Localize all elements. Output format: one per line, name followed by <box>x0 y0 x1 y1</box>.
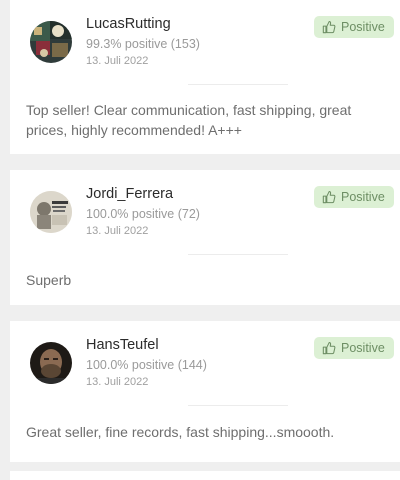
review-card: LucasRutting 99.3% positive (153) 13. Ju… <box>10 0 400 154</box>
user-avatar[interactable] <box>30 191 72 233</box>
avatar-image <box>30 191 72 233</box>
review-card <box>10 471 400 480</box>
review-date: 13. Juli 2022 <box>86 225 149 237</box>
divider <box>188 254 288 255</box>
avatar-image <box>30 21 72 63</box>
avatar-image <box>30 342 72 384</box>
review-comment: Top seller! Clear communication, fast sh… <box>26 102 352 138</box>
review-feed: LucasRutting 99.3% positive (153) 13. Ju… <box>0 0 400 480</box>
rating-label: Positive <box>341 190 385 204</box>
positive-rating-badge[interactable]: Positive <box>314 186 394 208</box>
review-date: 13. Juli 2022 <box>86 376 149 388</box>
positive-rating-badge[interactable]: Positive <box>314 337 394 359</box>
review-comment: Great seller, fine records, fast shippin… <box>26 424 335 440</box>
username[interactable]: HansTeufel <box>86 337 159 353</box>
feedback-score: 99.3% positive (153) <box>86 37 200 51</box>
review-card: HansTeufel 100.0% positive (144) 13. Jul… <box>10 321 400 462</box>
feedback-score: 100.0% positive (144) <box>86 358 207 372</box>
feedback-score: 100.0% positive (72) <box>86 207 200 221</box>
username[interactable]: LucasRutting <box>86 16 171 32</box>
review-card: Jordi_Ferrera 100.0% positive (72) 13. J… <box>10 170 400 305</box>
thumbs-up-icon <box>322 191 336 204</box>
thumbs-up-icon <box>322 21 336 34</box>
divider <box>188 84 288 85</box>
thumbs-up-icon <box>322 342 336 355</box>
rating-label: Positive <box>341 341 385 355</box>
user-avatar[interactable] <box>30 342 72 384</box>
username[interactable]: Jordi_Ferrera <box>86 186 173 202</box>
review-date: 13. Juli 2022 <box>86 55 149 67</box>
review-comment: Superb <box>26 272 72 288</box>
user-avatar[interactable] <box>30 21 72 63</box>
rating-label: Positive <box>341 20 385 34</box>
divider <box>188 405 288 406</box>
positive-rating-badge[interactable]: Positive <box>314 16 394 38</box>
